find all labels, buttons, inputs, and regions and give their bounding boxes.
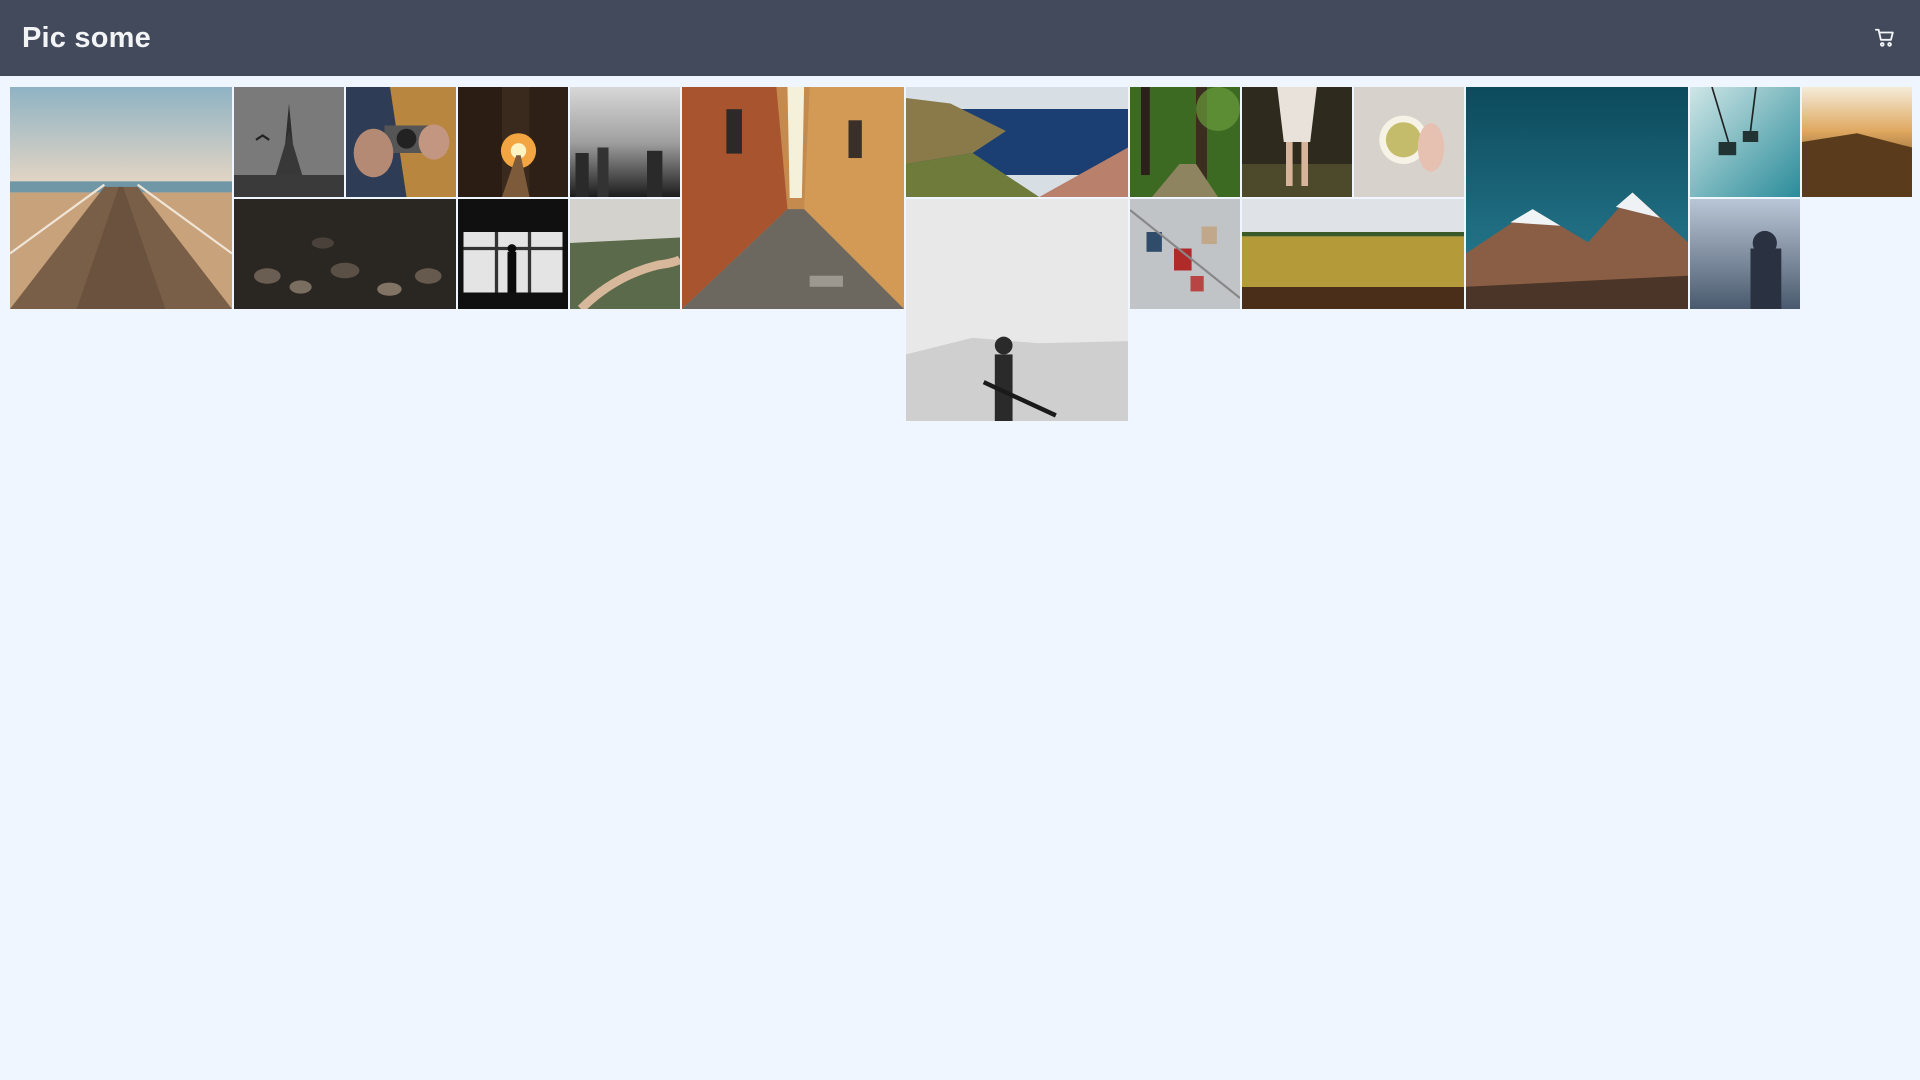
photo-foggy-city-bw[interactable]: [570, 87, 680, 197]
photo-silhouette-window[interactable]: [458, 199, 568, 309]
cart-button[interactable]: [1872, 25, 1898, 51]
photo-city-street-sunset[interactable]: [458, 87, 568, 197]
photo-wheat-field[interactable]: [1242, 199, 1464, 309]
photo-desert-guitar-player[interactable]: [906, 199, 1128, 421]
photo-cable-car-gondola[interactable]: [1690, 87, 1800, 197]
photo-coastal-cliffs-sea[interactable]: [906, 87, 1128, 197]
photo-hand-holding-cup[interactable]: [1354, 87, 1464, 197]
photo-hooded-figure-coast[interactable]: [1690, 199, 1800, 309]
cart-icon: [1874, 28, 1894, 47]
photo-dirt-road-woods[interactable]: [570, 199, 680, 309]
photo-forest-path[interactable]: [1130, 87, 1240, 197]
photo-gallery: [0, 76, 1920, 432]
photo-pier-boardwalk[interactable]: [10, 87, 232, 309]
header: Pic some: [0, 0, 1920, 76]
photo-eiffel-tower-bw[interactable]: [234, 87, 344, 197]
photo-hands-holding-camera[interactable]: [346, 87, 456, 197]
photo-girl-in-forest[interactable]: [1242, 87, 1352, 197]
photo-love-padlocks[interactable]: [1130, 199, 1240, 309]
photo-sunset-field[interactable]: [1802, 87, 1912, 197]
app-title: Pic some: [22, 21, 151, 54]
photo-snowy-mountains[interactable]: [1466, 87, 1688, 309]
photo-pebble-stones[interactable]: [234, 199, 456, 309]
photo-narrow-alley-cobblestone[interactable]: [682, 87, 904, 309]
